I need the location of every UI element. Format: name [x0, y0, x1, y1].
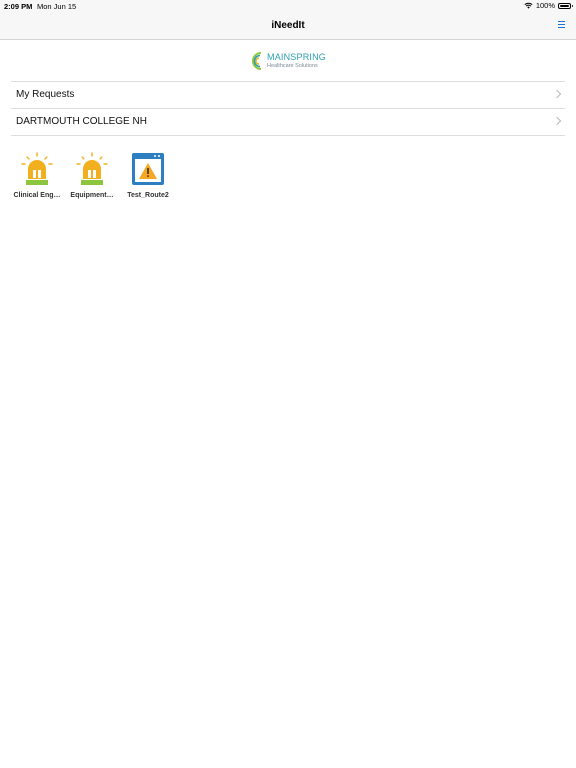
tile-clinical-engineering[interactable]: Clinical Eng…: [10, 152, 64, 204]
tile-label: Clinical Eng…: [13, 192, 61, 199]
warning-window-icon: [132, 153, 164, 185]
tile-label: Equipment…: [70, 192, 114, 199]
battery-icon: [558, 2, 573, 9]
status-right: 100%: [524, 1, 573, 10]
navigation-bar: iNeedIt: [0, 13, 576, 40]
menu-icon[interactable]: [558, 21, 565, 30]
logo-subtitle: Healthcare Solutions: [267, 63, 318, 69]
tile-test-route2[interactable]: Test_Route2: [121, 152, 175, 204]
alarm-beacon-icon: [21, 152, 53, 185]
wifi-icon: [524, 2, 533, 9]
tile-equipment[interactable]: Equipment…: [65, 152, 119, 204]
logo-brand: MAINSPRING: [267, 52, 327, 62]
battery-percent: 100%: [535, 1, 555, 10]
page-title: iNeedIt: [271, 20, 305, 31]
chevron-right-icon: [552, 89, 562, 99]
tile-label: Test_Route2: [127, 192, 169, 199]
status-bar: 2:09 PM Mon Jun 15 100%: [0, 0, 576, 13]
status-time: 2:09 PM: [4, 2, 33, 11]
mainspring-logo: MAINSPRING Healthcare Solutions: [250, 50, 330, 72]
chevron-right-icon: [552, 116, 562, 126]
status-date: Mon Jun 15: [37, 2, 77, 11]
alarm-beacon-icon: [76, 152, 108, 185]
row-label: My Requests: [16, 89, 75, 100]
my-requests-row[interactable]: My Requests: [11, 81, 565, 108]
logo-mark-icon: [252, 52, 262, 70]
row-label: DARTMOUTH COLLEGE NH: [16, 116, 147, 127]
facility-row[interactable]: DARTMOUTH COLLEGE NH: [11, 108, 565, 136]
